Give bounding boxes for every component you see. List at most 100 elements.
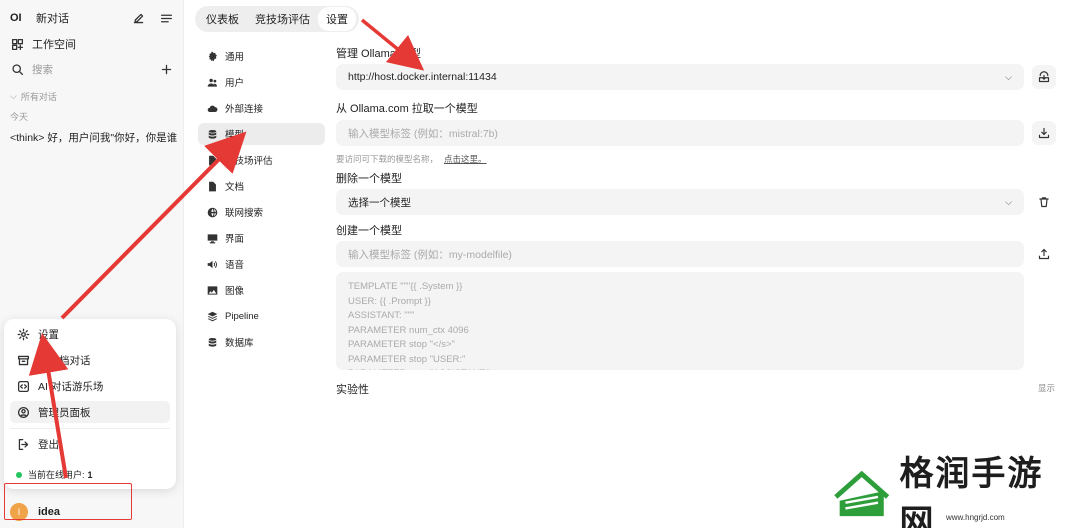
settings-nav-label: 用户	[225, 78, 245, 89]
settings-nav-label: 模型	[225, 130, 245, 141]
edit-icon[interactable]	[131, 11, 145, 25]
watermark-url: www.hngrjd.com	[946, 513, 1005, 522]
users-icon	[205, 75, 219, 89]
settings-nav-label: 文档	[225, 182, 245, 193]
online-label: 当前在线用户:	[28, 470, 85, 480]
settings-nav-pipeline[interactable]: Pipeline	[198, 305, 325, 327]
pull-model-input[interactable]: 输入模型标签 (例如：mistral:7b)	[336, 120, 1024, 146]
ollama-url-select[interactable]: http://host.docker.internal:11434 ⌵	[336, 64, 1024, 90]
menu-item-settings[interactable]: 设置	[10, 323, 170, 345]
ollama-url-value: http://host.docker.internal:11434	[348, 71, 497, 83]
settings-nav-label: 联网搜索	[225, 208, 264, 219]
workspace-icon	[10, 37, 24, 51]
settings-nav-interface[interactable]: 界面	[198, 227, 325, 249]
create-model-input[interactable]: 输入模型标签 (例如：my-modelfile)	[336, 241, 1024, 267]
search-input[interactable]: 搜索	[32, 62, 53, 77]
image-icon	[205, 283, 219, 297]
user-menu-popup: 设置 已归档对话 AI 对话游乐场 管理员面板 登出 当前在线用户: 1	[4, 319, 176, 489]
tab-dashboard[interactable]: 仪表板	[198, 7, 247, 31]
pull-model-hint: 要访问可下载的模型名称， 点击这里。	[336, 153, 487, 165]
menu-logout-label: 登出	[38, 438, 59, 451]
settings-nav-connections[interactable]: 外部连接	[198, 97, 325, 119]
database-icon	[205, 127, 219, 141]
settings-nav-users[interactable]: 用户	[198, 71, 325, 93]
logout-icon	[16, 437, 30, 451]
hint-link[interactable]: 点击这里。	[444, 154, 487, 164]
layers-icon	[205, 309, 219, 323]
chat-list-item[interactable]: <think> 好，用户问我"你好，你是谁	[10, 127, 183, 147]
menu-item-admin-panel[interactable]: 管理员面板	[10, 401, 170, 423]
menu-item-archived[interactable]: 已归档对话	[10, 349, 170, 371]
tab-arena[interactable]: 竞技场评估	[247, 7, 318, 31]
house-logo-icon	[834, 470, 890, 517]
tab-settings[interactable]: 设置	[318, 7, 356, 31]
delete-model-select[interactable]: 选择一个模型 ⌵	[336, 189, 1024, 215]
top-tabs: 仪表板 竞技场评估 设置	[195, 6, 359, 32]
gear-icon	[16, 327, 30, 341]
settings-nav-websearch[interactable]: 联网搜索	[198, 201, 325, 223]
menu-settings-label: 设置	[38, 328, 59, 341]
download-icon	[1038, 127, 1050, 139]
settings-nav-label: 界面	[225, 234, 245, 245]
chevron-down-icon: ⌵	[10, 90, 17, 101]
chevron-down-icon: ⌵	[1005, 71, 1012, 82]
archive-icon	[16, 353, 30, 367]
online-dot-icon	[16, 471, 22, 478]
manage-models-title: 管理 Ollama 模型	[336, 48, 421, 60]
menu-archived-label: 已归档对话	[38, 354, 91, 367]
plus-icon[interactable]	[159, 62, 173, 76]
settings-nav-label: 竞技场评估	[225, 156, 273, 167]
settings-nav-label: 数据库	[225, 338, 254, 349]
delete-model-title: 删除一个模型	[336, 173, 402, 185]
settings-nav-label: 通用	[225, 52, 245, 63]
section-today-label: 今天	[10, 111, 29, 122]
user-circle-icon	[16, 405, 30, 419]
menu-icon[interactable]	[159, 11, 173, 25]
settings-nav-audio[interactable]: 语音	[198, 253, 325, 275]
cloud-icon	[205, 101, 219, 115]
upload-icon	[1038, 248, 1050, 260]
app-logo[interactable]: OI	[10, 12, 26, 24]
chat-item-title: <think> 好，用户问我"你好，你是谁	[10, 131, 178, 144]
search-icon	[10, 62, 24, 76]
experimental-title: 实验性	[336, 384, 369, 396]
chevron-down-icon: ⌵	[1005, 196, 1012, 207]
modelfile-textarea[interactable]: TEMPLATE """{{ .System }} USER: {{ .Prom…	[336, 272, 1024, 370]
settings-nav-general[interactable]: 通用	[198, 45, 325, 67]
online-users-status: 当前在线用户: 1	[16, 468, 93, 481]
update-models-button[interactable]	[1032, 65, 1056, 89]
hint-text: 要访问可下载的模型名称，	[336, 154, 439, 164]
section-today: 今天	[10, 106, 173, 126]
database-icon	[205, 335, 219, 349]
delete-model-value: 选择一个模型	[348, 196, 411, 209]
show-experimental-toggle[interactable]: 显示	[1038, 382, 1055, 394]
upload-modelfile-button[interactable]	[1032, 242, 1056, 266]
menu-playground-label: AI 对话游乐场	[38, 380, 104, 393]
settings-nav-label: 语音	[225, 260, 245, 271]
monitor-icon	[205, 231, 219, 245]
settings-nav-images[interactable]: 图像	[198, 279, 325, 301]
pull-model-button[interactable]	[1032, 121, 1056, 145]
search-row[interactable]: 搜索	[10, 59, 173, 79]
menu-item-playground[interactable]: AI 对话游乐场	[10, 375, 170, 397]
settings-nav-database[interactable]: 数据库	[198, 331, 325, 353]
file-icon	[205, 179, 219, 193]
highlight-box	[4, 483, 132, 520]
settings-nav-documents[interactable]: 文档	[198, 175, 325, 197]
speaker-icon	[205, 257, 219, 271]
section-all-chats[interactable]: ⌵ 所有对话	[10, 86, 173, 106]
trash-icon	[1039, 197, 1049, 208]
document-icon	[205, 153, 219, 167]
globe-icon	[205, 205, 219, 219]
menu-item-logout[interactable]: 登出	[10, 433, 170, 455]
workspace-item[interactable]: 工作空间	[10, 34, 173, 54]
menu-divider	[10, 428, 170, 429]
download-cloud-icon	[1038, 71, 1050, 83]
gear-icon	[205, 49, 219, 63]
new-chat-link[interactable]: 新对话	[36, 10, 69, 26]
delete-model-button[interactable]	[1032, 190, 1056, 214]
settings-nav-models[interactable]: 模型	[198, 123, 325, 145]
settings-nav-evaluations[interactable]: 竞技场评估	[198, 149, 325, 171]
workspace-label: 工作空间	[32, 39, 76, 51]
sidebar-header: OI 新对话	[10, 8, 173, 28]
